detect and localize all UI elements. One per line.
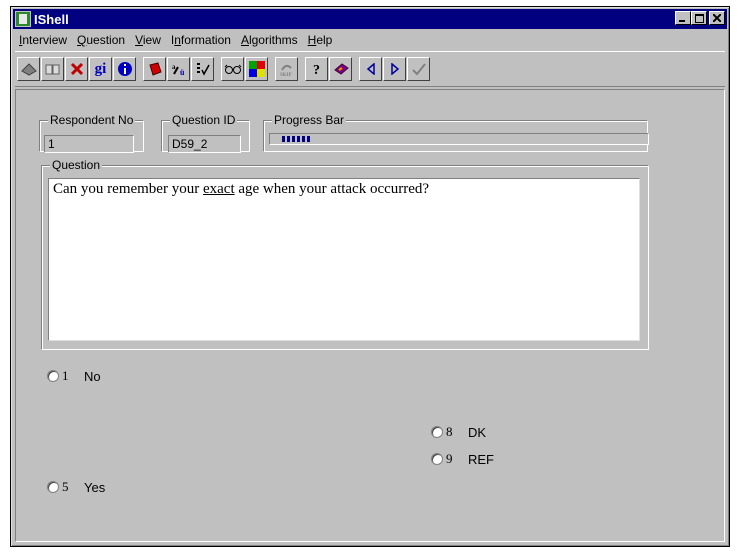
info-icon	[117, 62, 132, 76]
app-icon[interactable]	[15, 11, 31, 27]
checklist-icon	[196, 63, 210, 76]
answer-dk[interactable]: 8 DK	[431, 424, 486, 440]
title-bar[interactable]: IShell	[13, 9, 727, 29]
respondent-no-field: 1	[44, 135, 134, 153]
help-book-icon	[333, 63, 349, 75]
cancel-x-button[interactable]	[65, 57, 88, 81]
minimize-icon	[679, 20, 685, 22]
help-book-button[interactable]	[329, 57, 352, 81]
checklist-button[interactable]	[191, 57, 214, 81]
question-label: Question	[50, 158, 103, 172]
gi-icon: gi	[94, 60, 107, 77]
book-button[interactable]	[17, 57, 40, 81]
progress-bar	[269, 133, 649, 145]
progress-fill	[282, 136, 310, 142]
check-button[interactable]	[407, 57, 430, 81]
radio-dk-icon[interactable]	[431, 426, 443, 438]
nav-previous-icon	[366, 63, 375, 75]
respondent-label: Respondent No	[48, 113, 136, 127]
menu-question[interactable]: Question	[73, 33, 131, 47]
answer-no[interactable]: 1 No	[47, 368, 101, 384]
svg-text:?: ?	[313, 63, 320, 77]
question-id-field: D59_2	[168, 135, 241, 153]
red-x-icon	[70, 62, 83, 76]
menu-algorithms[interactable]: Algorithms	[237, 33, 304, 47]
menu-bar: Interview Question View Information Algo…	[15, 31, 725, 49]
glasses-icon	[224, 64, 241, 74]
close-icon	[713, 14, 721, 22]
radio-ref-icon[interactable]	[431, 453, 443, 465]
menu-information[interactable]: Information	[167, 33, 237, 47]
radio-no-icon[interactable]	[47, 370, 59, 382]
question-id-label: Question ID	[170, 113, 238, 127]
progress-segment	[292, 136, 295, 142]
close-button[interactable]	[709, 11, 725, 25]
color-palette-button[interactable]	[245, 57, 268, 81]
spell-check-icon: aü	[172, 63, 185, 76]
window-controls	[675, 11, 725, 25]
progress-segment	[302, 136, 305, 142]
help-question-icon: ?	[313, 63, 320, 77]
svg-text:SKIP: SKIP	[280, 73, 292, 77]
glasses-button[interactable]	[221, 57, 244, 81]
maximize-button[interactable]	[691, 11, 707, 25]
question-text: Can you remember your exact age when you…	[48, 178, 640, 341]
radio-yes-icon[interactable]	[47, 481, 59, 493]
spell-check-button[interactable]: aü	[167, 57, 190, 81]
progress-segment	[297, 136, 300, 142]
maximize-icon	[694, 13, 704, 23]
red-book-icon	[148, 62, 162, 76]
skip-button[interactable]: SKIP	[275, 57, 298, 81]
toolbar: gi aü SKIP ?	[15, 51, 725, 87]
answer-yes[interactable]: 5 Yes	[47, 479, 105, 495]
progress-segment	[287, 136, 290, 142]
open-book-icon	[45, 64, 59, 75]
nav-next-icon	[390, 63, 399, 75]
color-palette-icon	[248, 61, 265, 77]
answer-ref[interactable]: 9 REF	[431, 451, 494, 467]
menu-help[interactable]: Help	[304, 33, 339, 47]
progress-segment	[282, 136, 285, 142]
red-book-button[interactable]	[143, 57, 166, 81]
progress-label: Progress Bar	[272, 113, 347, 127]
info-button[interactable]	[113, 57, 136, 81]
svg-text:ü: ü	[180, 68, 185, 76]
gi-button[interactable]: gi	[89, 57, 112, 81]
minimize-button[interactable]	[675, 11, 691, 25]
question-emphasis: exact	[202, 181, 235, 197]
open-book-button[interactable]	[41, 57, 64, 81]
book-icon	[20, 63, 37, 76]
previous-button[interactable]	[359, 57, 382, 81]
ishell-window: IShell Interview Question View Informati…	[10, 6, 730, 547]
window-title: IShell	[34, 11, 69, 27]
skip-icon: SKIP	[280, 64, 292, 77]
help-question-button[interactable]: ?	[305, 57, 328, 81]
menu-interview[interactable]: Interview	[15, 33, 73, 47]
interview-panel: Respondent No 1 Question ID D59_2 Progre…	[15, 89, 725, 542]
check-icon	[411, 63, 426, 76]
progress-segment	[307, 136, 310, 142]
menu-view[interactable]: View	[131, 33, 167, 47]
next-button[interactable]	[383, 57, 406, 81]
